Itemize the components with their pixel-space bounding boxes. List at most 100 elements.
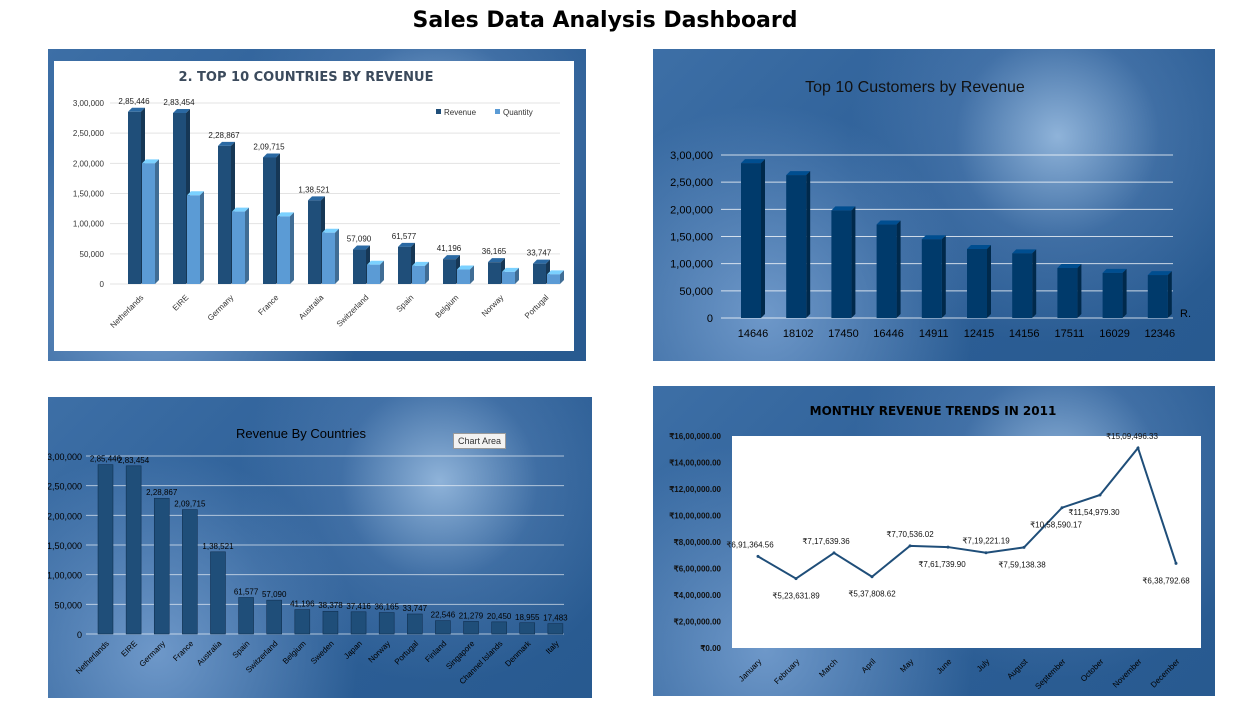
y-tick-label: 2,50,000 [48, 482, 82, 492]
x-tick-label: Netherlands [74, 639, 111, 676]
x-tick-label: Spain [395, 293, 416, 314]
legend-label-revenue: Revenue [444, 108, 477, 117]
y-tick-label: ₹2,00,000.00 [674, 618, 722, 627]
customer-bar-side [1077, 264, 1082, 318]
x-tick-label: Sweden [309, 639, 336, 666]
revenue-bar [173, 112, 186, 284]
data-label: ₹11,54,979.30 [1068, 508, 1120, 517]
customer-bar-top [831, 206, 856, 211]
data-label: 57,090 [262, 590, 287, 599]
data-label: 2,28,867 [208, 131, 240, 140]
top-countries-chart-panel[interactable]: 2. TOP 10 COUNTRIES BY REVENUE 0 50,000 1,0… [48, 49, 586, 361]
x-tick-label: 16446 [873, 328, 904, 340]
page-title: Sales Data Analysis Dashboard [412, 8, 798, 33]
x-tick-label: France [171, 639, 195, 663]
data-label: ₹7,59,138.38 [998, 560, 1046, 569]
x-tick-label: April [860, 657, 878, 675]
y-tick-label: 1,50,000 [48, 541, 82, 551]
y-tick-label: 50,000 [54, 600, 82, 610]
monthly-revenue-chart: MONTHLY REVENUE TRENDS IN 2011 ₹0.00 ₹2,00… [669, 404, 1190, 691]
y-tick-label: 50,000 [679, 286, 713, 298]
legend-swatch-quantity [495, 109, 500, 114]
quantity-bar [142, 163, 155, 284]
y-tick-label: 3,00,000 [670, 150, 713, 162]
data-label: 2,28,867 [146, 488, 178, 497]
y-tick-label: 3,00,000 [73, 99, 105, 108]
data-label: ₹7,70,536.02 [886, 530, 934, 539]
top-customers-chart-panel[interactable]: Top 10 Customers by Revenue 0 50,000 1,00,0… [653, 49, 1215, 361]
revenue-point [1136, 446, 1140, 450]
monthly-revenue-chart-panel[interactable]: MONTHLY REVENUE TRENDS IN 2011 ₹0.00 ₹2,00… [653, 386, 1215, 696]
customer-bar [921, 239, 942, 318]
data-label: ₹5,37,808.62 [848, 590, 896, 599]
y-tick-label: ₹12,00,000.00 [669, 485, 721, 494]
country-bar [294, 609, 311, 635]
country-bar [266, 599, 282, 635]
top-customers-chart: Top 10 Customers by Revenue 0 50,000 1,00,0… [670, 79, 1191, 340]
customer-bar [876, 224, 897, 318]
x-tick-label: August [1005, 657, 1030, 682]
country-bar [153, 497, 170, 635]
customer-bar-top [967, 244, 991, 249]
data-label: 36,165 [374, 603, 399, 612]
customer-bar [786, 175, 807, 318]
x-tick-label: 12415 [964, 328, 995, 340]
country-bar [435, 620, 451, 635]
x-tick-label: March [817, 657, 839, 679]
revenue-point [832, 551, 836, 555]
x-tick-label: October [1079, 657, 1106, 684]
revenue-point [870, 575, 874, 579]
chart-title: Top 10 Customers by Revenue [805, 79, 1025, 96]
country-bar [519, 622, 536, 635]
revenue-point [1060, 506, 1064, 510]
data-label: 2,83,454 [163, 98, 195, 107]
revenue-bar [488, 262, 501, 284]
chart-title: MONTHLY REVENUE TRENDS IN 2011 [810, 404, 1057, 418]
customer-bar [967, 248, 987, 318]
x-tick-label: 12346 [1145, 328, 1176, 340]
revenue-bar [353, 249, 366, 284]
country-bar [350, 611, 367, 635]
data-label: 2,09,715 [253, 142, 285, 151]
data-label: 33,747 [527, 249, 552, 258]
x-tick-label: November [1111, 657, 1144, 690]
data-label: 61,577 [392, 232, 417, 241]
data-label: 61,577 [234, 587, 259, 596]
x-tick-label: Netherlands [109, 293, 146, 330]
revenue-bar [398, 246, 411, 284]
customer-bar-top [1147, 271, 1172, 276]
country-bar [322, 610, 339, 635]
x-tick-label: Spain [231, 639, 252, 660]
quantity-bar-side [200, 191, 204, 284]
country-bar [378, 612, 395, 635]
x-tick-label: May [898, 657, 915, 674]
customer-bar-side [1167, 271, 1172, 318]
customer-bar [1102, 272, 1123, 318]
x-tick-label: September [1033, 657, 1067, 691]
x-tick-label: July [975, 657, 991, 673]
customer-bar-top [876, 220, 901, 225]
revenue-bar [308, 200, 321, 284]
x-tick-label: EIRE [171, 293, 191, 313]
quantity-bar-side [335, 228, 339, 284]
x-tick-label: Portugal [393, 639, 421, 667]
customer-bar-side [851, 206, 856, 318]
quantity-bar [277, 216, 290, 284]
legend-label-quantity: Quantity [503, 108, 533, 117]
customer-bar-top [786, 171, 811, 176]
data-label: 2,09,715 [174, 500, 206, 509]
data-label: 37,416 [346, 602, 371, 611]
quantity-bar-side [380, 260, 384, 284]
data-label: 2,85,446 [118, 97, 150, 106]
country-bar [125, 465, 142, 635]
revenue-point [984, 551, 988, 555]
revenue-point [946, 545, 950, 549]
revenue-by-countries-chart-panel[interactable]: Revenue By Countries 0 50,000 1,00,000 1,50,… [48, 397, 592, 698]
quantity-bar-side [245, 207, 249, 284]
y-tick-label: ₹0.00 [700, 644, 721, 653]
x-tick-label: Belgium [281, 639, 308, 666]
country-bar [97, 464, 114, 635]
data-label: ₹5,23,631.89 [772, 592, 820, 601]
y-tick-label: 1,00,000 [670, 259, 713, 271]
customer-bar-top [1012, 249, 1037, 254]
